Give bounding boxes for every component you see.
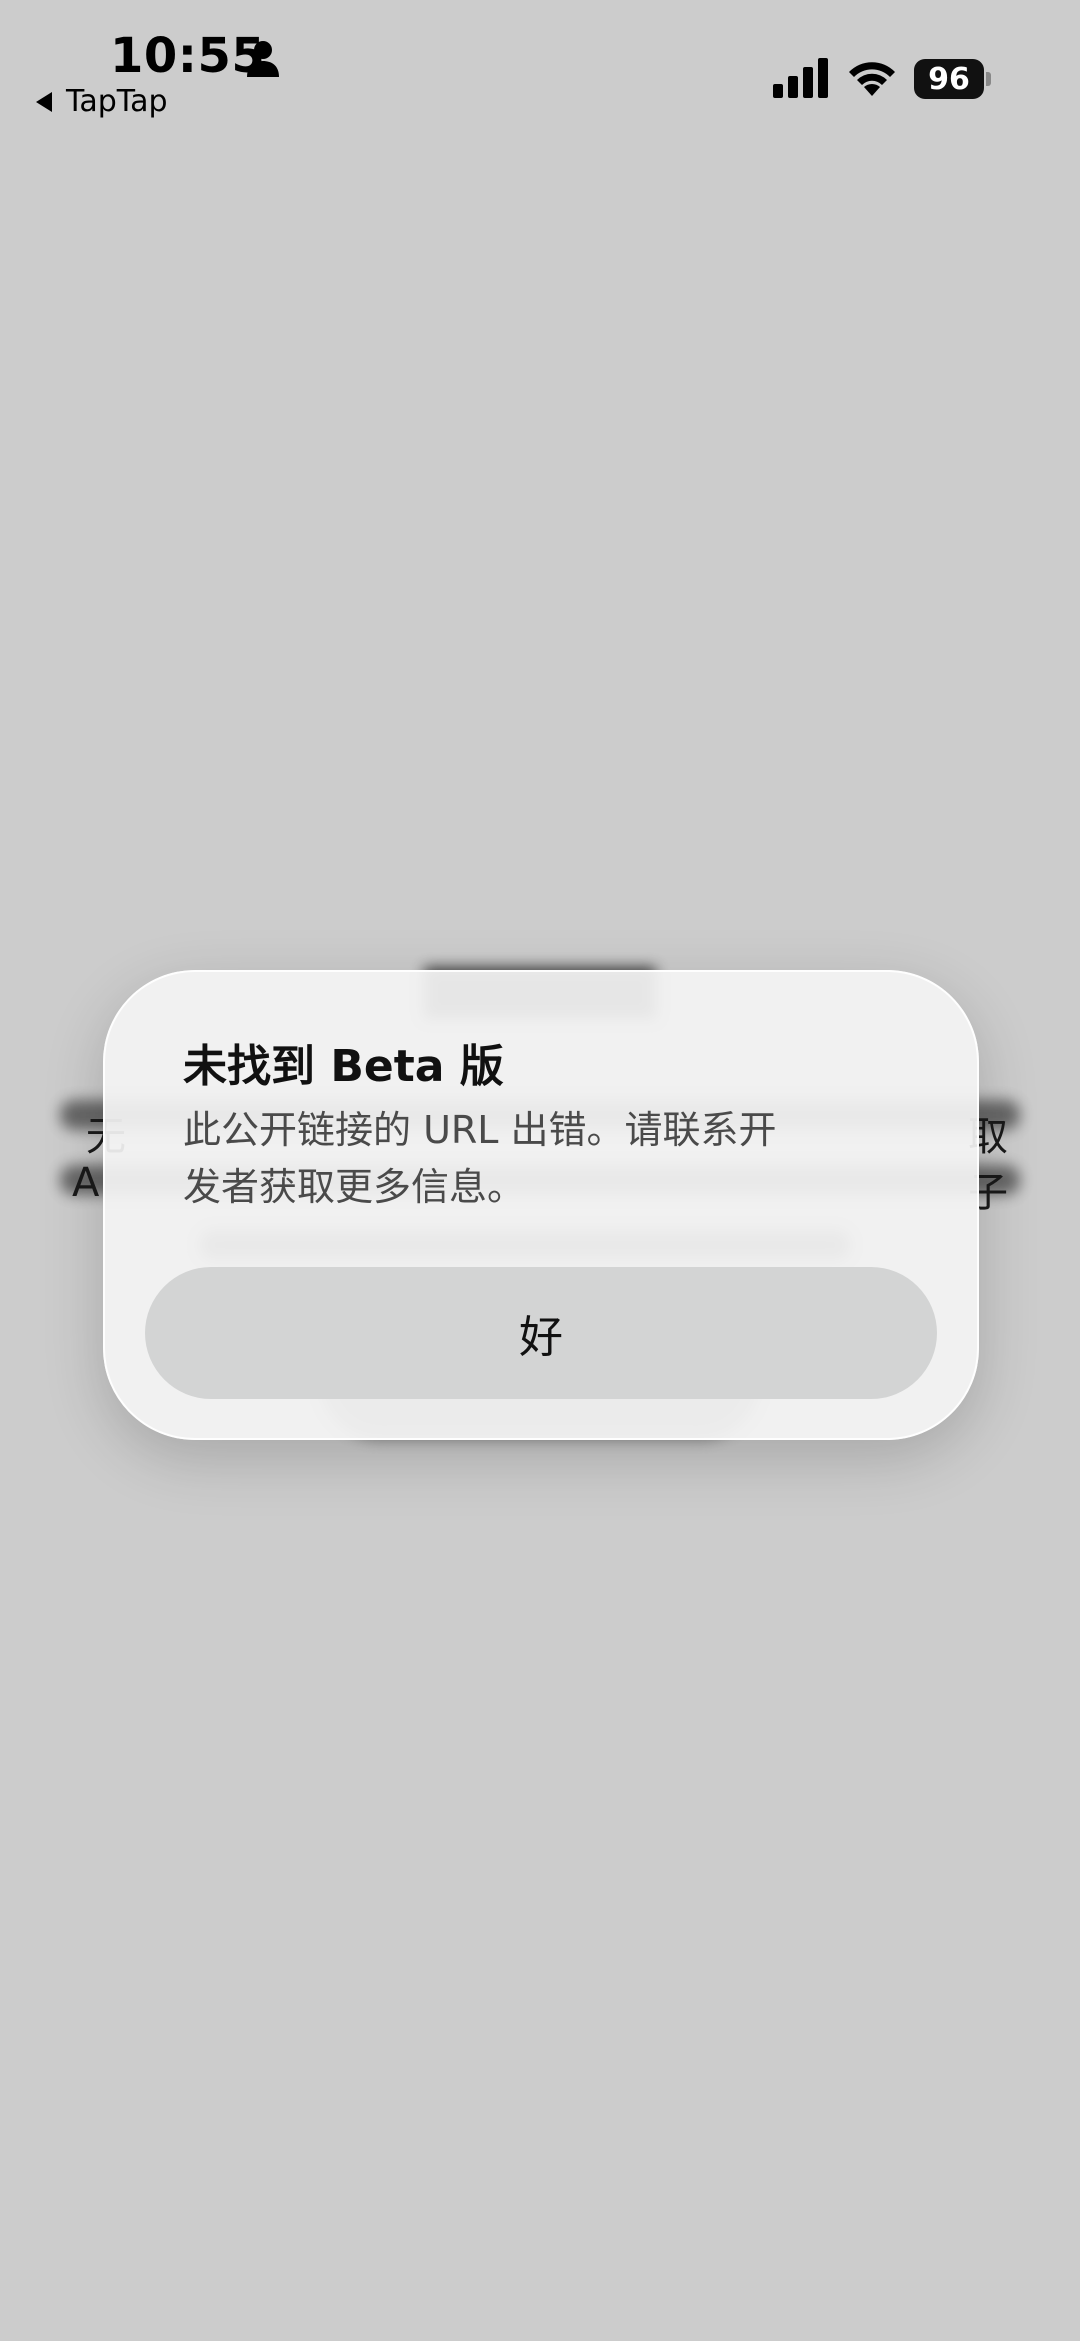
back-arrow-icon [36, 91, 52, 112]
alert-title: 未找到 Beta 版 [183, 1041, 504, 1092]
ok-button[interactable]: 好 [145, 1267, 937, 1399]
back-to-app-button[interactable]: TapTap [34, 84, 168, 119]
wifi-icon [849, 62, 895, 96]
alert-dialog: 未找到 Beta 版 此公开链接的 URL 出错。请联系开发者获取更多信息。 好 [103, 970, 979, 1440]
screen: 10:55 TapTap 96 ▇▇▇▇▇▇ 无 A 取 子 未找到 Beta [0, 0, 1080, 2341]
battery-level: 96 [928, 61, 970, 97]
back-app-label: TapTap [66, 84, 168, 119]
status-time: 10:55 [110, 28, 266, 84]
battery-icon: 96 [914, 59, 984, 99]
alert-message: 此公开链接的 URL 出错。请联系开发者获取更多信息。 [183, 1108, 777, 1209]
bg-edge-text: A [72, 1160, 100, 1206]
battery-cap [986, 72, 991, 86]
signal-icon [773, 58, 828, 98]
person-icon [247, 41, 279, 77]
